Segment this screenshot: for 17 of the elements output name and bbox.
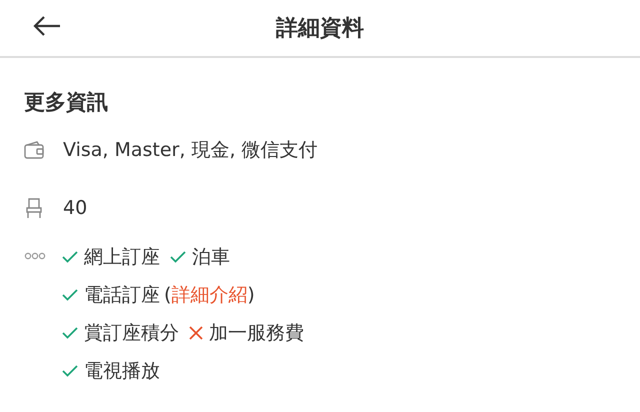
feature-label: 賞訂座積分 xyxy=(84,321,179,346)
more-icon xyxy=(24,252,46,260)
parenthesis: ( xyxy=(164,284,172,306)
page-title: 詳細資料 xyxy=(276,15,364,43)
feature-label: 泊車 xyxy=(192,245,230,270)
payment-methods: Visa, Master, 現金, 微信支付 xyxy=(63,138,318,163)
feature-label: 加一服務費 xyxy=(209,321,304,346)
feature-label: 電話訂座 xyxy=(84,283,160,308)
feature-label: 電視播放 xyxy=(84,359,160,384)
chair-icon xyxy=(24,197,44,219)
back-arrow-icon[interactable] xyxy=(33,15,61,37)
wallet-icon xyxy=(24,141,44,159)
parenthesis: ) xyxy=(247,284,255,306)
details-link[interactable]: 詳細介紹 xyxy=(171,282,248,308)
feature-label: 網上訂座 xyxy=(84,245,160,270)
seat-count: 40 xyxy=(63,197,88,219)
section-heading: 更多資訊 xyxy=(24,89,109,116)
